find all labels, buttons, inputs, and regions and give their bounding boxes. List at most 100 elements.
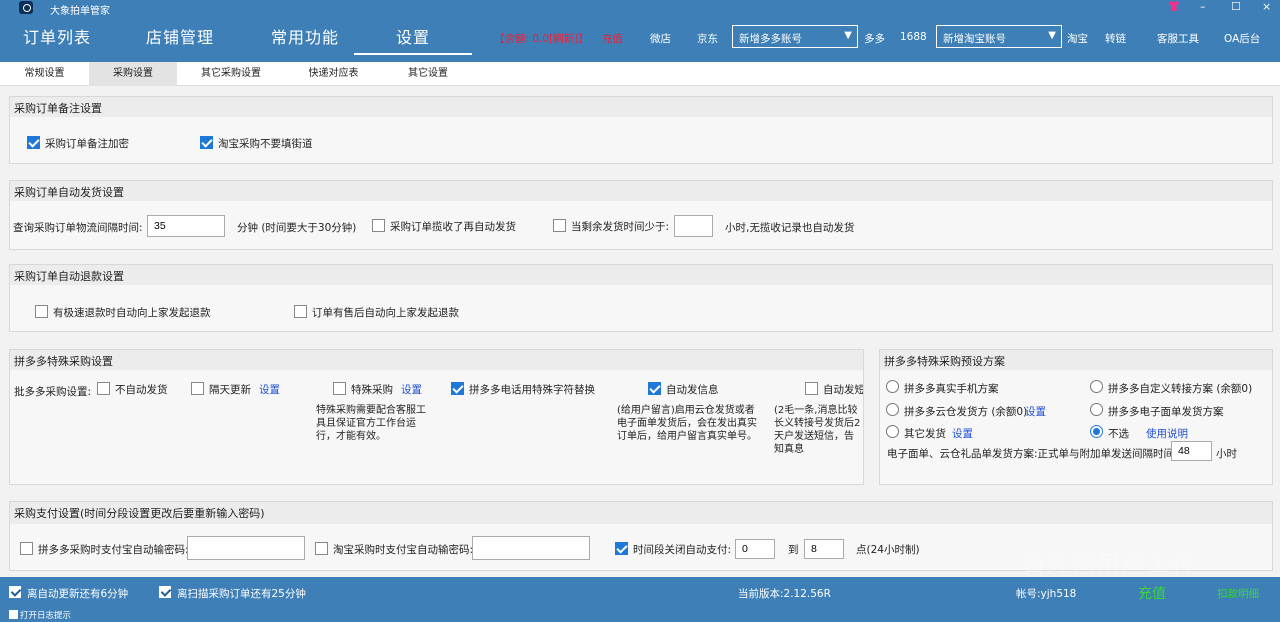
chevron-down-icon: ▼ bbox=[1048, 30, 1056, 41]
auto-update-checkbox[interactable] bbox=[9, 586, 21, 598]
after-collect-checkbox[interactable] bbox=[372, 219, 385, 232]
tab-common-functions[interactable]: 常用功能 bbox=[271, 24, 339, 48]
group-title: 拼多多特殊采购预设方案 bbox=[880, 350, 1272, 370]
send-interval-unit: 小时 bbox=[1216, 448, 1237, 460]
minimize-button[interactable]: – bbox=[1200, 0, 1206, 14]
preset-real-phone-label: 拼多多真实手机方案 bbox=[904, 383, 999, 395]
next-day-update-label: 隔天更新 bbox=[209, 384, 251, 396]
preset-e-waybill-radio[interactable] bbox=[1090, 403, 1103, 416]
deduction-detail-link[interactable]: 扣款明细 bbox=[1217, 586, 1259, 601]
taobao-link[interactable]: 淘宝 bbox=[1067, 31, 1088, 46]
group-title: 采购订单备注设置 bbox=[10, 97, 1272, 117]
auto-sms-checkbox[interactable] bbox=[805, 382, 818, 395]
remaining-time-label: 当剩余发货时间少于: bbox=[571, 221, 670, 233]
pdd-link[interactable]: 多多 bbox=[864, 31, 885, 46]
maximize-button[interactable]: ☐ bbox=[1231, 0, 1241, 14]
preset-cloud-setting-link[interactable]: 设置 bbox=[1025, 404, 1046, 419]
settings-content: 采购订单备注设置 采购订单备注加密 淘宝采购不要填街道 采购订单自动发货设置 查… bbox=[0, 86, 1280, 577]
balance-refresh-link[interactable]: 【余额: 0.0[刷新]】 bbox=[494, 31, 589, 46]
no-street-label: 淘宝采购不要填街道 bbox=[218, 138, 313, 150]
pdd-account-select[interactable]: 新增多多账号 ▼ bbox=[732, 25, 858, 48]
oa-backend-link[interactable]: OA后台 bbox=[1224, 31, 1260, 46]
top-bar: 大象拍单管家 – ☐ × 订单列表 店铺管理 常用功能 设置 【余额: 0.0[… bbox=[0, 0, 1280, 62]
interval-input[interactable] bbox=[147, 215, 225, 237]
remark-settings-group: 采购订单备注设置 采购订单备注加密 淘宝采购不要填街道 bbox=[9, 96, 1273, 164]
account-label: 帐号:yjh518 bbox=[1016, 588, 1077, 600]
tab-other-settings[interactable]: 其它设置 bbox=[382, 62, 474, 86]
auto-message-checkbox[interactable] bbox=[648, 382, 661, 395]
tab-shop-management[interactable]: 店铺管理 bbox=[146, 24, 214, 48]
time-close-pay-checkbox[interactable] bbox=[615, 542, 628, 555]
remaining-hours-input[interactable] bbox=[674, 215, 713, 237]
service-tools-link[interactable]: 客服工具 bbox=[1157, 31, 1199, 46]
next-day-update-checkbox[interactable] bbox=[191, 382, 204, 395]
tab-general-settings[interactable]: 常规设置 bbox=[0, 62, 89, 86]
recharge-link[interactable]: 充值 bbox=[602, 31, 623, 46]
scan-order-label: 离扫描采购订单还有25分钟 bbox=[177, 588, 306, 600]
pdd-auto-pwd-label: 拼多多采购时支付宝自动输密码: bbox=[38, 544, 189, 556]
preset-other-ship-radio[interactable] bbox=[886, 425, 899, 438]
group-title: 拼多多特殊采购设置 bbox=[10, 350, 863, 370]
app-logo-icon bbox=[19, 1, 33, 14]
chevron-down-icon: ▼ bbox=[844, 30, 852, 41]
sub-tabs: 常规设置 采购设置 其它采购设置 快递对应表 其它设置 bbox=[0, 62, 1280, 86]
pdd-special-group: 拼多多特殊采购设置 批多多采购设置: 不自动发货 隔天更新 设置 特殊采购 设置… bbox=[9, 349, 864, 485]
status-bar: 离自动更新还有6分钟 离扫描采购订单还有25分钟 当前版本:2.12.56R 帐… bbox=[0, 577, 1280, 622]
fast-refund-checkbox[interactable] bbox=[35, 305, 48, 318]
no-auto-ship-label: 不自动发货 bbox=[115, 384, 168, 396]
interval-label: 查询采购订单物流间隔时间: bbox=[13, 222, 143, 234]
watermark: 百姓网用户上传 bbox=[1022, 551, 1197, 577]
preset-real-phone-radio[interactable] bbox=[886, 380, 899, 393]
phone-replace-label: 拼多多电话用特殊字符替换 bbox=[469, 384, 595, 396]
interval-unit: 分钟 (时间要大于30分钟) bbox=[237, 222, 357, 234]
remaining-time-checkbox[interactable] bbox=[553, 219, 566, 232]
close-button[interactable]: × bbox=[1262, 0, 1271, 14]
special-buy-note: 特殊采购需要配合客服工具且保证官方工作台运行，才能有效。 bbox=[316, 405, 426, 442]
pdd-preset-group: 拼多多特殊采购预设方案 拼多多真实手机方案 拼多多自定义转接方案 (余额0) 拼… bbox=[879, 349, 1273, 485]
preset-cloud-warehouse-radio[interactable] bbox=[886, 403, 899, 416]
tb-auto-pwd-checkbox[interactable] bbox=[315, 542, 328, 555]
after-sale-refund-checkbox[interactable] bbox=[294, 305, 307, 318]
open-log-checkbox[interactable] bbox=[9, 610, 18, 619]
taobao-account-value: 新增淘宝账号 bbox=[943, 33, 1006, 45]
status-recharge-button[interactable]: 充值 bbox=[1138, 583, 1166, 603]
preset-custom-transfer-radio[interactable] bbox=[1090, 380, 1103, 393]
send-interval-input[interactable] bbox=[1171, 441, 1212, 461]
batch-setting-label: 批多多采购设置: bbox=[14, 386, 92, 398]
time-unit-label: 点(24小时制) bbox=[856, 544, 920, 556]
pdd-auto-pwd-checkbox[interactable] bbox=[20, 542, 33, 555]
jd-link[interactable]: 京东 bbox=[697, 31, 718, 46]
open-log-label: 打开日志提示 bbox=[20, 611, 72, 621]
tab-purchase-settings[interactable]: 采购设置 bbox=[89, 62, 177, 86]
group-title: 采购支付设置(时间分段设置更改后要重新输入密码) bbox=[10, 502, 1272, 524]
pdd-pwd-input[interactable] bbox=[187, 536, 305, 560]
tab-other-purchase-settings[interactable]: 其它采购设置 bbox=[177, 62, 285, 86]
preset-none-radio[interactable] bbox=[1090, 425, 1103, 438]
tb-pwd-input[interactable] bbox=[472, 536, 590, 560]
1688-link[interactable]: 1688 bbox=[900, 31, 927, 43]
tab-settings[interactable]: 设置 bbox=[354, 24, 472, 55]
after-sale-refund-label: 订单有售后自动向上家发起退款 bbox=[312, 307, 459, 319]
no-street-checkbox[interactable] bbox=[200, 136, 213, 149]
tab-order-list[interactable]: 订单列表 bbox=[23, 24, 91, 48]
next-day-setting-link[interactable]: 设置 bbox=[259, 382, 280, 397]
taobao-account-select[interactable]: 新增淘宝账号 ▼ bbox=[936, 25, 1062, 48]
tab-express-mapping[interactable]: 快递对应表 bbox=[285, 62, 382, 86]
preset-cloud-warehouse-label: 拼多多云仓发货方 (余额0) bbox=[904, 406, 1028, 418]
no-auto-ship-checkbox[interactable] bbox=[97, 382, 110, 395]
time-to-label: 到 bbox=[788, 544, 799, 556]
time-from-input[interactable] bbox=[735, 539, 775, 559]
phone-replace-checkbox[interactable] bbox=[451, 382, 464, 395]
auto-sms-note: (2毛一条,消息比较长义转接号发货后2天户发送短信，告知真息 bbox=[774, 405, 861, 455]
weidian-link[interactable]: 微店 bbox=[650, 31, 671, 46]
encrypt-remark-checkbox[interactable] bbox=[27, 136, 40, 149]
special-buy-setting-link[interactable]: 设置 bbox=[401, 382, 422, 397]
usage-instructions-link[interactable]: 使用说明 bbox=[1146, 426, 1188, 441]
convert-link[interactable]: 转链 bbox=[1105, 31, 1126, 46]
preset-other-setting-link[interactable]: 设置 bbox=[952, 426, 973, 441]
preset-custom-transfer-label: 拼多多自定义转接方案 (余额0) bbox=[1108, 383, 1253, 395]
special-buy-checkbox[interactable] bbox=[333, 382, 346, 395]
scan-order-checkbox[interactable] bbox=[159, 586, 171, 598]
time-to-input[interactable] bbox=[804, 539, 844, 559]
shirt-icon[interactable] bbox=[1168, 0, 1180, 16]
